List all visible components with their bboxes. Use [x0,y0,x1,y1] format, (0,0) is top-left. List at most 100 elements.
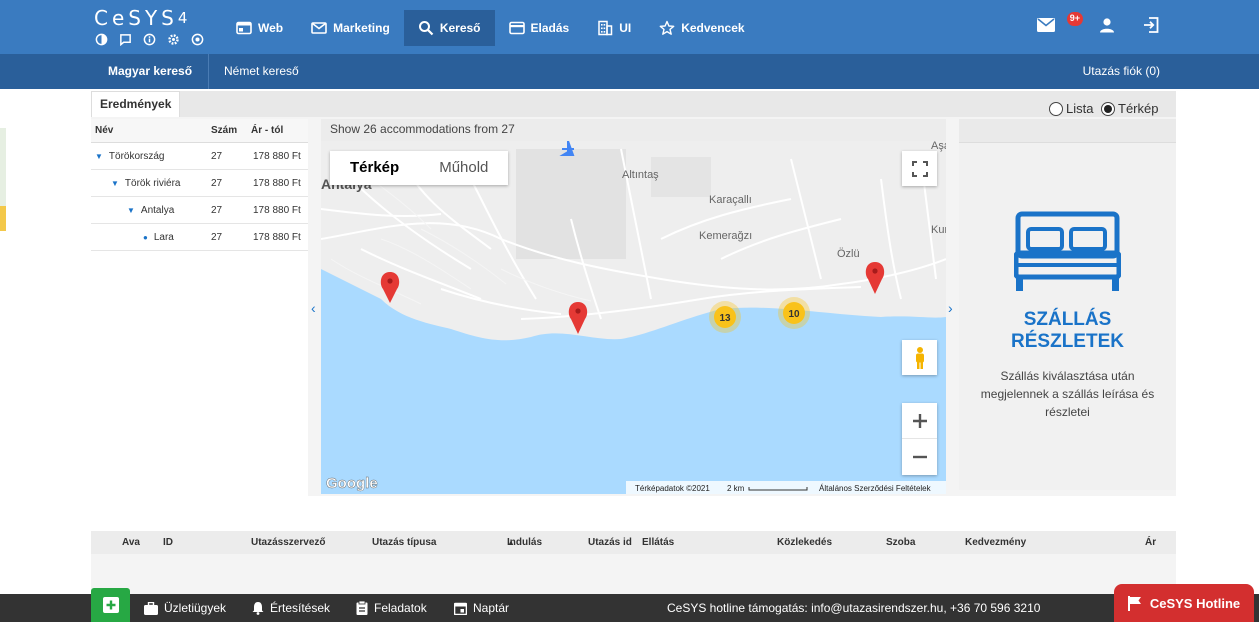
minus-icon [912,455,927,458]
nav-eladas[interactable]: Eladás [495,10,584,46]
map-cluster[interactable]: 13 [709,301,741,333]
radio-terkep[interactable] [1101,101,1115,116]
theme-icon[interactable] [94,32,109,47]
bell-icon [252,602,264,615]
tree-row[interactable]: ▼ Törökország 27 178 880 Ft [91,143,308,170]
sort-icon: ▲ [507,538,515,547]
map-cluster[interactable]: 10 [778,297,810,329]
plus-square-icon [102,597,119,613]
view-option-lista[interactable]: Lista [1049,101,1093,116]
view-option-lista-label: Lista [1066,101,1094,116]
col-header-id[interactable]: ID [163,531,173,554]
bullet-icon: ● [143,232,148,242]
plus-icon [912,413,927,428]
detail-title-line1: SZÁLLÁS [1023,309,1112,330]
expand-icon[interactable]: ▼ [111,179,119,188]
results-table-header: Ava ID Utazásszervező Utazás típusa Indu… [91,531,1176,554]
pegman-icon [915,346,924,369]
footer-feladatok[interactable]: Feladatok [356,590,427,626]
tree-row-count: 27 [211,177,223,189]
view-option-terkep[interactable]: Térkép [1101,101,1158,116]
briefcase-icon [144,601,158,615]
col-header-szoba[interactable]: Szoba [886,531,915,554]
tree-row[interactable]: ▼ Török riviéra 27 178 880 Ft [91,170,308,197]
footer-uzletiugyek-label: Üzletiügyek [164,601,227,615]
chat-icon[interactable] [118,32,133,47]
tab-magyar-kereso[interactable]: Magyar kereső [92,54,210,89]
street-view-button[interactable] [902,340,937,375]
collapse-left-icon[interactable]: ‹ [311,300,316,316]
results-table-body [91,554,1176,594]
add-button[interactable] [91,588,130,622]
nav-marketing[interactable]: Marketing [297,10,404,46]
footer-ertesitesek[interactable]: Értesítések [252,590,330,626]
mail-icon [311,22,327,34]
main-nav: Web Marketing Kereső Eladás UI Kedvencek [222,10,759,46]
footer-naptar[interactable]: Naptár [454,590,509,626]
zoom-in-button[interactable] [902,404,937,439]
app-logo[interactable]: CeSYS4 [94,6,205,47]
col-header-ellatas[interactable]: Ellátás [642,531,674,554]
tree-row[interactable]: ▼ Antalya 27 178 880 Ft [91,197,308,224]
tree-header: Név Szám Ár - tól [91,119,308,143]
nav-kedvencek[interactable]: Kedvencek [645,10,758,46]
col-header-utazas-id[interactable]: Utazás id [588,531,632,554]
col-header-utazas-tipusa[interactable]: Utazás típusa [372,531,436,554]
map-type-muhold-button[interactable]: Műhold [419,151,508,185]
tree-row[interactable]: ● Lara 27 178 880 Ft [91,224,308,251]
nav-web[interactable]: Web [222,10,297,46]
footer-support-text: CeSYS hotline támogatás: info@utazasiren… [667,601,1041,615]
envelope-icon [1036,18,1055,32]
google-logo: Google [326,475,378,492]
search-tabs-bar: Magyar kereső Német kereső Utazás fiók (… [0,54,1259,89]
footer-ertesitesek-label: Értesítések [270,601,331,615]
detail-description: Szállás kiválasztása után megjelennek a … [980,369,1155,419]
col-header-utazasszervezo[interactable]: Utazásszervező [251,531,325,554]
col-header-ar[interactable]: Ár - tól [251,125,306,136]
settings-icon[interactable] [166,32,181,47]
place-label: Karaçallı [709,194,752,206]
hotline-button[interactable]: CeSYS Hotline [1114,584,1254,622]
nav-ui[interactable]: UI [583,10,645,46]
map-view[interactable]: Antalya Altıntaş Karaçallı Kemerağzı Özl… [321,119,946,494]
tree-row-price: 178 880 Ft [253,150,301,162]
messages-button[interactable]: 9+ [1036,12,1083,32]
clipboard-icon [356,601,368,615]
tree-row-price: 178 880 Ft [253,231,301,243]
nav-kereso[interactable]: Kereső [403,10,495,46]
collapse-right-icon[interactable]: › [948,300,953,316]
col-header-kozlekedes[interactable]: Közlekedés [777,531,832,554]
logo-text: CeSYS4 [94,6,188,30]
col-header-nev[interactable]: Név [91,125,211,136]
col-header-szam[interactable]: Szám [211,125,251,136]
profile-button[interactable] [1099,17,1115,33]
fullscreen-icon [911,160,928,177]
place-label: Özlü [837,248,860,260]
fullscreen-button[interactable] [902,151,937,186]
tab-eredmenyek[interactable]: Eredmények [91,91,181,117]
map-type-terkep-button[interactable]: Térkép [330,151,419,185]
col-header-ar[interactable]: Ár [1145,531,1156,554]
map-type-control: Térkép Műhold [330,151,509,185]
tab-nemet-kereso[interactable]: Német kereső [208,54,315,89]
zoom-out-button[interactable] [902,439,937,475]
expand-icon[interactable]: ▼ [127,206,135,215]
view-option-terkep-label: Térkép [1118,101,1159,116]
info-icon[interactable] [142,32,157,47]
search-icon [418,21,434,36]
hotline-label: CeSYS Hotline [1149,595,1241,611]
nav-kedvencek-label: Kedvencek [681,21,745,35]
target-icon[interactable] [190,32,205,47]
col-header-ava[interactable]: Ava [122,531,140,554]
web-icon [236,21,252,35]
radio-lista[interactable] [1049,101,1063,116]
logout-button[interactable] [1143,17,1159,33]
place-label: Kemerağzı [699,230,752,242]
nav-marketing-label: Marketing [333,21,390,35]
col-header-kedvezmeny[interactable]: Kedvezmény [965,531,1026,554]
expand-icon[interactable]: ▼ [95,152,103,161]
map-attribution: Térképadatok ©2021 [635,484,710,493]
travel-account[interactable]: Utazás fiók (0) [1083,54,1160,89]
footer-uzletiugyek[interactable]: Üzletiügyek [144,590,226,626]
map-scale-label: 2 km [727,484,745,493]
